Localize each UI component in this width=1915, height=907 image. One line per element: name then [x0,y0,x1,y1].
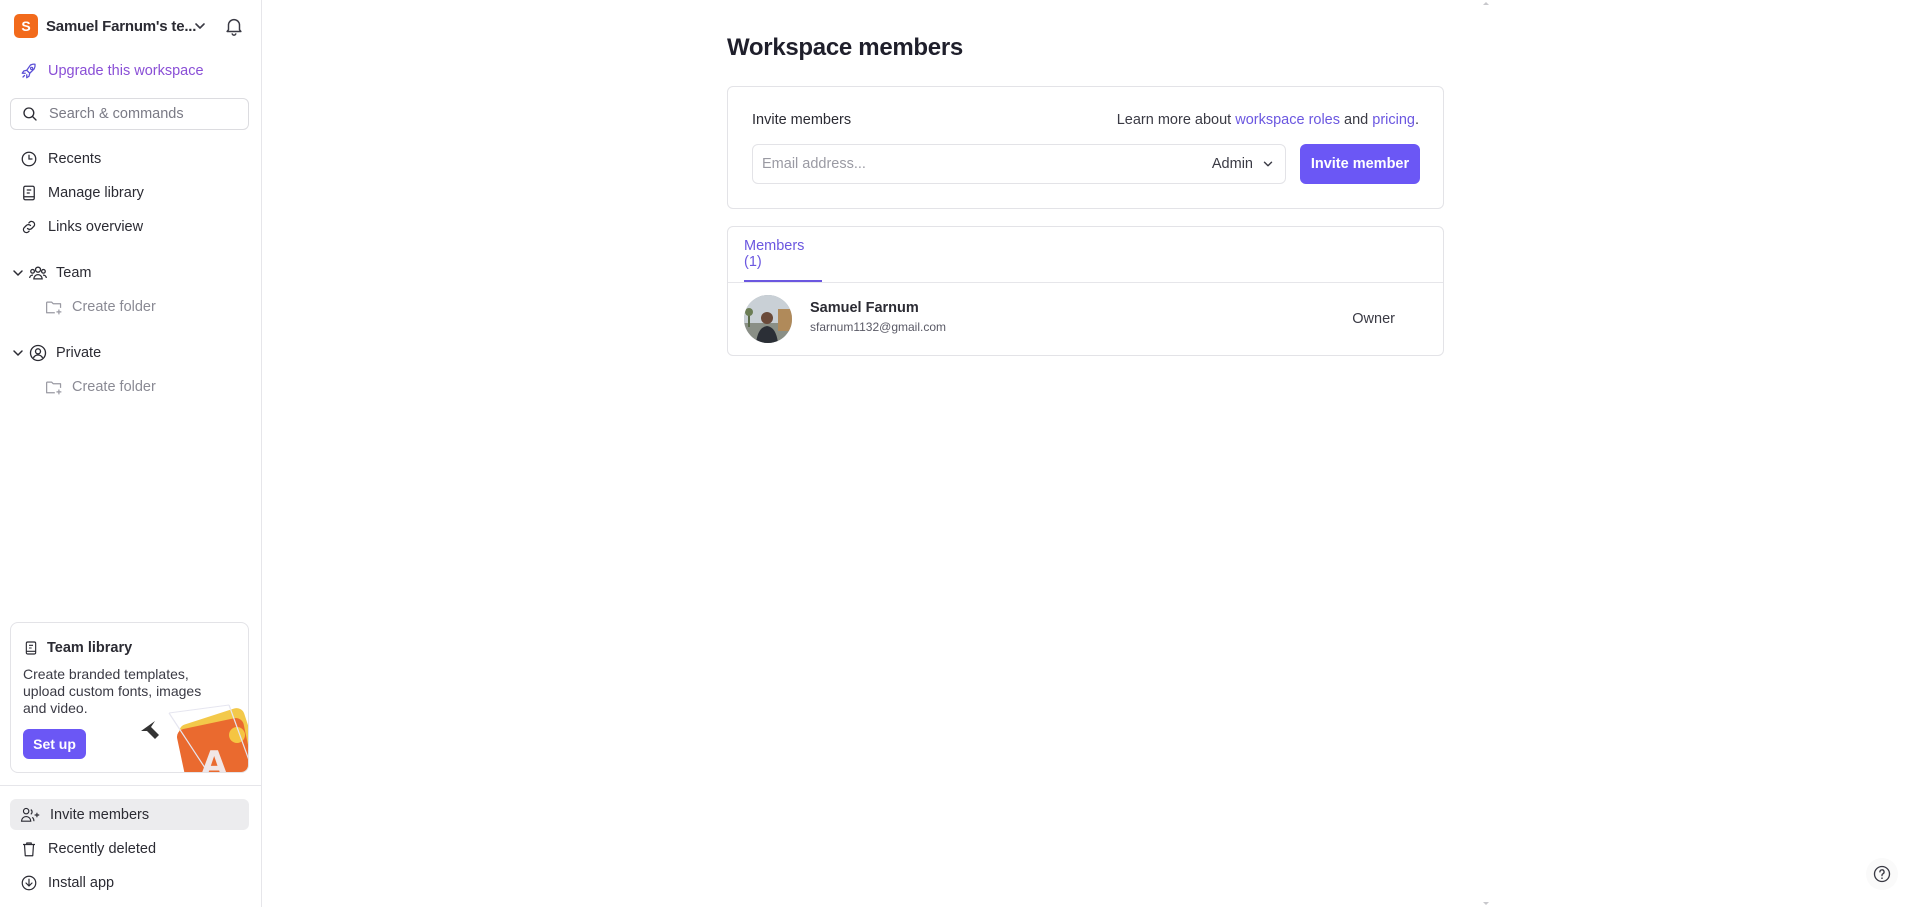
trash-icon [23,841,35,856]
workspace-badge: S [14,14,38,38]
sidebar-item-label: Links overview [48,219,144,235]
workspace-switcher[interactable]: S Samuel Farnum's te... [14,14,250,38]
team-icon [29,266,47,280]
pricing-link[interactable]: pricing [1372,112,1415,128]
team-library-promo: Team library Create branded templates, u… [10,622,249,773]
invite-label: Invite members [752,112,852,128]
library-illustration-icon: A [141,704,248,772]
sidebar-group-private[interactable]: Private [12,341,101,365]
team-create-folder[interactable]: Create folder [44,295,156,319]
promo-title-text: Team library [47,640,133,656]
folder-plus-icon [46,301,62,315]
learn-more-text: Learn more about workspace roles and pri… [1117,112,1419,128]
create-folder-label: Create folder [72,299,156,315]
search-icon [23,107,37,121]
bottom-item-label: Install app [48,874,115,891]
bottom-item-label: Recently deleted [48,840,157,857]
avatar [744,295,792,343]
search-placeholder: Search & commands [49,106,184,122]
learn-suffix: . [1414,112,1419,128]
folder-plus-icon [46,381,62,395]
user-plus-icon [20,807,40,822]
sidebar-item-links-overview[interactable]: Links overview [20,215,143,239]
promo-title: Team library [23,639,132,657]
learn-mid: and [1340,112,1373,128]
sidebar-group-label: Private [56,345,102,361]
setup-button[interactable]: Set up [23,729,86,759]
user-circle-icon [29,344,47,362]
book-icon [25,641,37,655]
help-button[interactable] [1866,858,1898,890]
bottom-item-label: Invite members [50,806,150,823]
member-row: Samuel Farnum sfarnum1132@gmail.com Owne… [728,283,1443,355]
chevron-down-icon[interactable] [12,267,24,279]
role-selected: Admin [1211,156,1253,172]
sidebar-item-label: Manage library [48,185,144,201]
sidebar-item-label: Recents [48,151,102,167]
email-field[interactable] [762,145,1192,183]
sidebar-item-recents[interactable]: Recents [20,147,101,171]
sidebar: S Samuel Farnum's te... Upgrade this wor… [0,0,262,907]
sidebar-divider [0,785,261,786]
sidebar-item-recently-deleted[interactable]: Recently deleted [10,833,249,864]
invite-members-card: Invite members Learn more about workspac… [727,86,1444,209]
chevron-down-icon [1263,161,1273,167]
upgrade-workspace-link[interactable]: Upgrade this workspace [20,60,204,82]
sidebar-group-label: Team [56,265,92,281]
chevron-down-icon[interactable] [12,347,24,359]
workspace-roles-link[interactable]: workspace roles [1235,112,1340,128]
invite-member-button[interactable]: Invite member [1300,144,1420,184]
page-title: Workspace members [727,34,963,61]
members-card: Members (1) Samuel Farnum sfarnum1132@gm… [727,226,1444,356]
member-email: sfarnum1132@gmail.com [810,320,947,334]
learn-prefix: Learn more about [1116,112,1236,128]
private-create-folder[interactable]: Create folder [44,375,156,399]
book-icon [23,185,35,201]
download-icon [21,875,37,890]
scrollbar-down-arrow[interactable] [1483,902,1489,905]
sidebar-item-manage-library[interactable]: Manage library [20,181,144,205]
bell-icon[interactable] [223,15,245,37]
tab-members[interactable]: Members (1) [744,227,822,282]
create-folder-label: Create folder [72,379,156,395]
help-icon [1873,865,1891,883]
upgrade-label: Upgrade this workspace [48,63,204,79]
search-commands-input[interactable]: Search & commands [10,98,249,130]
chevron-down-icon[interactable] [192,18,208,34]
email-field-container: Admin [752,144,1286,184]
link-icon [22,220,36,234]
clock-icon [21,151,37,167]
workspace-name: Samuel Farnum's te... [46,17,197,35]
scrollbar-up-arrow[interactable] [1483,2,1489,5]
rocket-icon [21,63,36,79]
sidebar-item-install-app[interactable]: Install app [10,867,249,898]
role-select[interactable]: Admin [1212,145,1275,183]
sidebar-group-team[interactable]: Team [12,261,91,285]
member-role: Owner [1352,311,1395,327]
sidebar-item-invite-members[interactable]: Invite members [10,799,249,830]
member-name: Samuel Farnum [810,300,919,316]
